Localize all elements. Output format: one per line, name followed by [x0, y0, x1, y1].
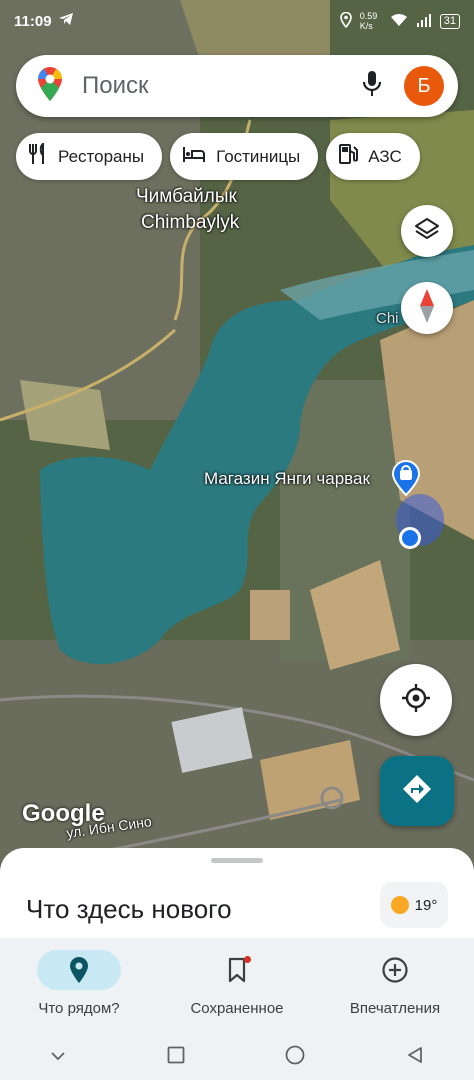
sun-icon — [390, 896, 409, 914]
nav-saved-label: Сохраненное — [190, 1000, 284, 1017]
nav-contribute-label: Впечатления — [349, 1000, 441, 1017]
chevron-down-icon[interactable] — [50, 1048, 66, 1066]
my-location-dot — [399, 527, 421, 549]
chip-restaurants-label: Рестораны — [58, 146, 145, 166]
search-input[interactable]: Поиск — [82, 72, 362, 100]
directions-icon — [401, 773, 433, 810]
map-place-label-en: Chimbaylyk — [141, 212, 240, 233]
signal-icon — [416, 13, 432, 30]
chip-gas-stations-label: АЗС — [368, 146, 402, 166]
network-speed: 0.59 K/s — [359, 11, 378, 31]
system-navigation — [0, 1034, 474, 1080]
status-time: 11:09 — [14, 12, 52, 30]
store-pin-icon[interactable] — [391, 460, 421, 497]
layers-icon — [414, 216, 440, 247]
add-circle-icon — [353, 950, 437, 990]
map-place-label-ru: Чимбайлык — [136, 186, 237, 207]
status-bar: 11:09 0.59 K/s 31 — [0, 0, 474, 42]
crosshair-icon — [400, 682, 432, 719]
temperature: 19° — [414, 896, 438, 914]
back-icon[interactable] — [406, 1046, 424, 1069]
map-river-label: Chi — [376, 310, 399, 327]
nav-explore-label: Что рядом? — [38, 1000, 120, 1017]
my-location-button[interactable] — [380, 664, 452, 736]
explore-pin-icon — [37, 950, 121, 990]
store-label[interactable]: Магазин Янги чарвак — [204, 469, 370, 489]
nav-saved[interactable]: Сохраненное — [158, 938, 316, 1034]
chip-hotels[interactable]: Гостиницы — [170, 133, 319, 180]
search-bar[interactable]: Поиск Б — [16, 55, 458, 117]
compass-icon — [417, 288, 437, 329]
layers-button[interactable] — [401, 205, 453, 257]
battery-indicator: 31 — [439, 13, 460, 29]
google-logo: Google — [22, 800, 105, 827]
location-status-icon — [339, 11, 352, 31]
bottom-sheet[interactable]: Что здесь нового 19° — [0, 848, 474, 948]
gas-station-icon — [338, 143, 359, 170]
home-icon[interactable] — [285, 1045, 305, 1070]
chip-hotels-label: Гостиницы — [216, 146, 301, 166]
bottom-navigation: Что рядом? Сохраненное Впечатления — [0, 938, 474, 1034]
recents-icon[interactable] — [167, 1046, 185, 1069]
weather-chip[interactable]: 19° — [380, 882, 448, 928]
maps-pin-icon — [36, 66, 64, 107]
directions-button[interactable] — [380, 756, 454, 826]
avatar[interactable]: Б — [404, 66, 444, 106]
compass-button[interactable] — [401, 282, 453, 334]
notification-dot — [244, 956, 251, 963]
sheet-title: Что здесь нового — [26, 894, 232, 924]
bookmark-icon — [195, 950, 279, 990]
nav-explore[interactable]: Что рядом? — [0, 938, 158, 1034]
microphone-icon[interactable] — [362, 70, 382, 103]
nav-contribute[interactable]: Впечатления — [316, 938, 474, 1034]
category-chips: Рестораны Гостиницы АЗС — [16, 133, 420, 180]
map-view[interactable] — [0, 0, 474, 880]
sheet-drag-handle[interactable] — [211, 858, 263, 863]
chip-gas-stations[interactable]: АЗС — [326, 133, 420, 180]
hotel-icon — [182, 145, 206, 168]
restaurant-icon — [28, 142, 48, 170]
wifi-icon — [390, 13, 408, 30]
chip-restaurants[interactable]: Рестораны — [16, 133, 163, 180]
telegram-icon — [58, 12, 74, 30]
